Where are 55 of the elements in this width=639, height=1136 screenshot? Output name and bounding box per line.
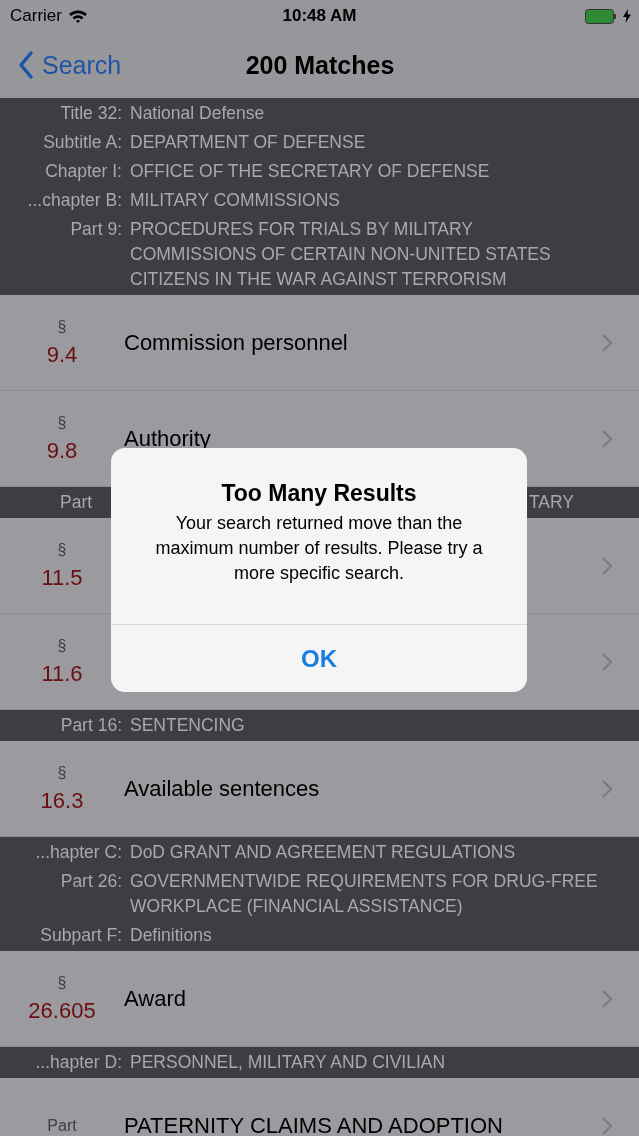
section-symbol: § bbox=[57, 317, 67, 336]
header-value: PERSONNEL, MILITARY AND CIVILIAN bbox=[130, 1051, 447, 1074]
chevron-icon bbox=[601, 332, 613, 353]
section-number: 11.5 bbox=[41, 564, 83, 591]
header-value: OFFICE OF THE SECRETARY OF DEFENSE bbox=[130, 160, 491, 183]
carrier-name: Carrier bbox=[10, 6, 62, 26]
header-label: Subpart F: bbox=[39, 924, 122, 947]
alert-message: Your search returned move than the maximum number of results. Please try a more specific search. bbox=[154, 512, 484, 585]
header-label: Title 32: bbox=[59, 102, 122, 125]
header-label: ...hapter D: bbox=[34, 1051, 122, 1074]
row-title: Award bbox=[124, 985, 187, 1012]
ok-button[interactable]: OK bbox=[111, 624, 527, 692]
header-label: Part bbox=[60, 491, 93, 514]
header-value: Definitions bbox=[130, 924, 213, 947]
clock-time: 10:48 AM bbox=[281, 6, 358, 26]
section-symbol: § bbox=[57, 540, 67, 559]
header-label: Part 16: bbox=[59, 714, 122, 737]
row-title: Authority bbox=[124, 425, 212, 452]
header-label: Chapter I: bbox=[44, 160, 122, 183]
header-text-fragment: TARY bbox=[528, 491, 574, 514]
header-value: National Defense bbox=[130, 102, 266, 125]
section-symbol: § bbox=[57, 636, 67, 655]
section-symbol: Part bbox=[47, 1116, 77, 1135]
header-label: ...chapter B: bbox=[26, 189, 122, 212]
chevron-icon bbox=[601, 428, 613, 449]
header-value: MILITARY COMMISSIONS bbox=[130, 189, 342, 212]
chevron-icon bbox=[601, 651, 613, 672]
battery-icon bbox=[585, 8, 617, 24]
section-number: 9.8 bbox=[46, 437, 78, 464]
section-symbol: § bbox=[57, 413, 67, 432]
wifi-icon bbox=[67, 8, 88, 24]
chevron-icon bbox=[601, 1115, 613, 1136]
row-title: PATERNITY CLAIMS AND ADOPTION bbox=[124, 1112, 504, 1136]
header-label: Part 26: bbox=[59, 870, 122, 893]
section-number: 16.3 bbox=[40, 787, 84, 814]
back-chevron-icon bbox=[18, 50, 34, 80]
section-number: 26.605 bbox=[28, 997, 96, 1024]
section-symbol: § bbox=[57, 973, 67, 992]
header-value: DEPARTMENT OF DEFENSE bbox=[130, 131, 367, 154]
chevron-icon bbox=[601, 555, 613, 576]
header-value: SENTENCING bbox=[130, 714, 246, 737]
header-value: DoD GRANT AND AGREEMENT REGULATIONS bbox=[130, 841, 517, 864]
header-value: GOVERNMENTWIDE REQUIREMENTS FOR DRUG-FREE WORKPLACE (FINANCIAL ASSISTANCE) bbox=[130, 870, 599, 918]
section-number: 11.6 bbox=[41, 660, 83, 687]
chevron-icon bbox=[601, 778, 613, 799]
chevron-icon bbox=[601, 988, 613, 1009]
header-label: Subtitle A: bbox=[42, 131, 122, 154]
row-title: Available sentences bbox=[124, 775, 321, 802]
header-label: ...hapter C: bbox=[34, 841, 122, 864]
section-number: 9.4 bbox=[46, 341, 78, 368]
section-symbol: § bbox=[57, 763, 67, 782]
header-value: PROCEDURES FOR TRIALS BY MILITARY COMMISSIONS OF CERTAIN NON-UNITED STATES CITIZENS IN THE WAR AGAINST TERRORISM bbox=[130, 218, 552, 291]
row-title: Commission personnel bbox=[124, 329, 349, 356]
nav-title: 200 Matches bbox=[244, 50, 396, 80]
header-label: Part 9: bbox=[69, 218, 122, 241]
